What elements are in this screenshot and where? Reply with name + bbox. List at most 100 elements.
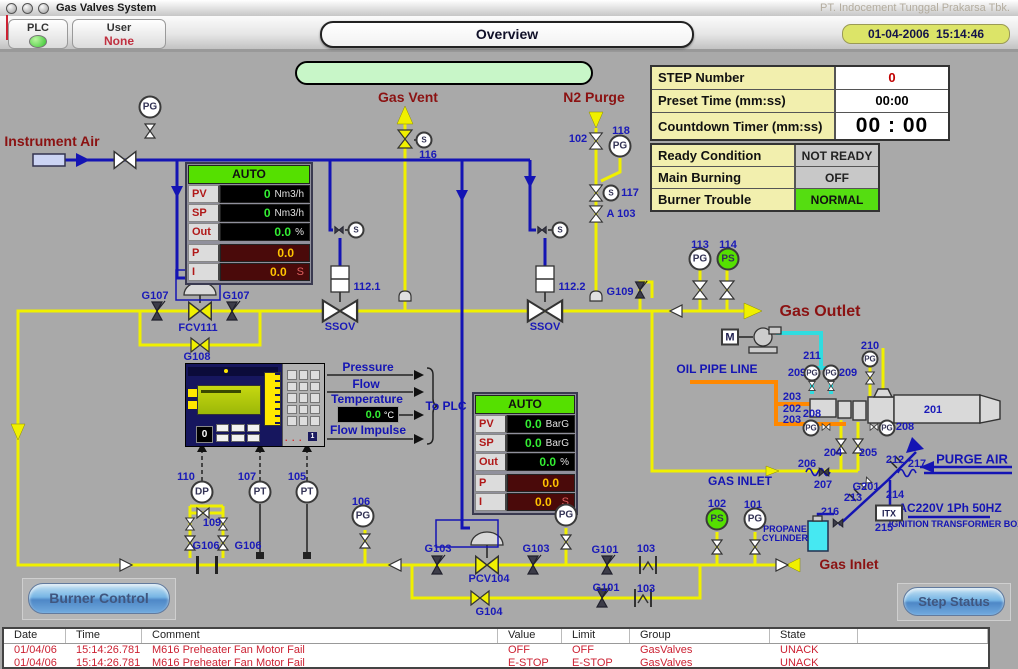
window-title: Gas Valves System	[56, 2, 156, 14]
diagram-label: 208	[896, 421, 914, 433]
device-led-icon	[224, 369, 228, 373]
diagram-label: G108	[184, 351, 211, 363]
alarm-col-group[interactable]: Group	[630, 629, 770, 643]
diagram-label: 215	[875, 522, 893, 534]
diagram-label: 112.1	[354, 281, 381, 293]
device-lcd-screen	[197, 385, 261, 415]
alarm-table: DateTimeCommentValueLimitGroupState01/04…	[2, 627, 990, 669]
pg-instrument-icon: PG	[803, 420, 820, 437]
diagram-label: AC220V 1Ph 50HZ	[898, 501, 1001, 515]
step-status-frame	[897, 583, 1011, 621]
pt-instrument-icon: PT	[296, 481, 319, 504]
diagram-label: 203	[783, 414, 801, 426]
diagram-label: 201	[924, 404, 942, 416]
pg-instrument-icon: PG	[555, 504, 578, 527]
alarm-header-row: DateTimeCommentValueLimitGroupState	[4, 629, 988, 644]
diagram-label: FCV111	[178, 322, 217, 334]
diagram-label: G106	[193, 540, 220, 552]
step-number-row: STEP Number 0	[652, 67, 948, 90]
ctrl-row-i: I0.0S	[188, 263, 310, 281]
ctrl-row-p: P0.0	[475, 474, 575, 492]
flow-controller-faceplate[interactable]: AUTO PV0Nm3/hSP0Nm3/hOut0.0%P0.0I0.0S	[185, 162, 313, 285]
device-zero-key: 0	[196, 426, 213, 443]
user-value: None	[73, 34, 165, 48]
diagram-label: Flow	[352, 377, 379, 391]
diagram-label: 205	[859, 447, 877, 459]
diagram-label: 109	[203, 517, 221, 529]
burner-assembly-icon	[810, 389, 1000, 423]
diagram-label: 216	[821, 506, 839, 518]
diagram-label: 217	[908, 458, 926, 470]
diagram-label: 207	[814, 479, 832, 491]
diagram-label: 206	[798, 458, 816, 470]
ctrl-mode: AUTO	[475, 395, 575, 414]
pg-instrument-icon: PG	[139, 96, 162, 119]
diagram-label: 117	[621, 187, 639, 199]
diagram-label: 203	[783, 391, 801, 403]
pg-instrument-icon: PG	[823, 365, 840, 382]
diagram-label: 212	[886, 454, 904, 466]
overview-button[interactable]: Overview	[320, 21, 694, 48]
diagram-label: 116	[419, 149, 437, 161]
toolbar: PLC User None Overview 01-04-2006 15:14:…	[0, 16, 1018, 52]
window-maximize-icon[interactable]	[38, 3, 49, 14]
diagram-label: SSOV	[325, 321, 356, 333]
diagram-label: Flow Impulse	[330, 423, 406, 437]
burner-trouble-row: Burner Trouble NORMAL	[652, 189, 878, 210]
diagram-label: 214	[886, 489, 904, 501]
alarm-selection-mark	[6, 15, 8, 40]
diagram-label: 110	[177, 471, 195, 483]
ctrl-row-sp: SP0Nm3/h	[188, 204, 310, 222]
diagram-label: G109	[607, 286, 634, 298]
cyan-pipe-211	[776, 333, 831, 394]
company-name: PT. Indocement Tunggal Prakarsa Tbk.	[820, 2, 1010, 14]
user-button[interactable]: User None	[72, 19, 166, 49]
diagram-label: Temperature	[331, 392, 403, 406]
alarm-col-state[interactable]: State	[770, 629, 858, 643]
title-bar: Gas Valves System PT. Indocement Tunggal…	[0, 0, 1018, 17]
diagram-label: G104	[476, 606, 503, 618]
gas-valves-system-screen: Gas Valves System PT. Indocement Tunggal…	[0, 0, 1018, 669]
alarm-row[interactable]: 01/04/0615:14:26.781M616 Preheater Fan M…	[4, 644, 988, 657]
window-minimize-icon[interactable]	[22, 3, 33, 14]
ctrl-mode: AUTO	[188, 165, 310, 184]
temperature-display: 0.0 °C	[337, 406, 399, 423]
alarm-col-limit[interactable]: Limit	[562, 629, 630, 643]
diagram-label: G103	[425, 543, 452, 555]
diagram-label: Gas Vent	[378, 89, 438, 105]
diagram-label: 102	[569, 133, 587, 145]
ctrl-row-pv: PV0Nm3/h	[188, 185, 310, 203]
ctrl-row-pv: PV0.0BarG	[475, 415, 575, 433]
diagram-label: G101	[592, 544, 619, 556]
instrument-air-source-icon	[33, 154, 65, 166]
pg-instrument-icon: PG	[862, 351, 879, 368]
pressure-controller-faceplate[interactable]: AUTO PV0.0BarGSP0.0BarGOut0.0%P0.0I0.0S	[472, 392, 578, 515]
diagram-label: 213	[844, 492, 862, 504]
diagram-label: PURGE AIR	[936, 452, 1008, 467]
diagram-label: GAS INLET	[708, 474, 772, 488]
alarm-col-value[interactable]: Value	[498, 629, 562, 643]
datetime-display: 01-04-2006 15:14:46	[842, 24, 1010, 44]
step-panel: STEP Number 0 Preset Time (mm:ss) 00:00 …	[650, 65, 950, 141]
step-number-value: 0	[836, 67, 948, 89]
diagram-label: G107	[223, 290, 250, 302]
pg-instrument-icon: PG	[689, 248, 712, 271]
window-close-icon[interactable]	[6, 3, 17, 14]
diagram-label: 204	[824, 447, 842, 459]
diagram-label: CYLINDER	[762, 533, 808, 543]
diagram-label: 112.2	[559, 281, 586, 293]
alarm-row[interactable]: 01/04/0615:14:26.781M616 Preheater Fan M…	[4, 657, 988, 669]
countdown-timer-row: Countdown Timer (mm:ss) 00 : 00	[652, 113, 948, 139]
diagram-label: G101	[593, 582, 620, 594]
diagram-label: 211	[803, 350, 821, 362]
pg-instrument-icon: PG	[804, 365, 821, 382]
pg-instrument-icon: PG	[879, 420, 896, 437]
ctrl-row-out: Out0.0%	[188, 223, 310, 241]
diagram-label: Gas Inlet	[819, 556, 878, 572]
alarm-col-comment[interactable]: Comment	[142, 629, 498, 643]
alarm-col-time[interactable]: Time	[66, 629, 142, 643]
diagram-label: 208	[803, 408, 821, 420]
alarm-col-date[interactable]: Date	[4, 629, 66, 643]
plc-button[interactable]: PLC	[8, 19, 68, 49]
device-one-key: 1	[308, 432, 317, 441]
